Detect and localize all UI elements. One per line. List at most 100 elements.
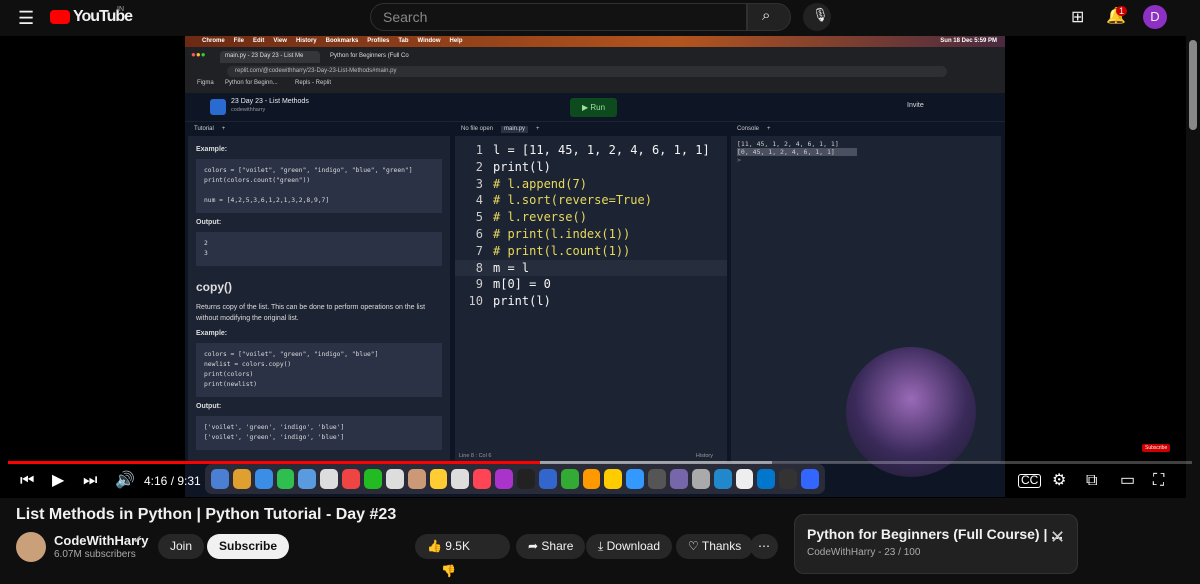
add-tab-icon[interactable]: +	[222, 126, 226, 133]
create-icon[interactable]: ⊞	[1071, 7, 1084, 27]
video-player[interactable]: Chrome File Edit View History Bookmarks Profil…	[0, 36, 1186, 498]
history-button[interactable]: History	[696, 453, 713, 459]
dock-app-icon	[429, 469, 448, 489]
invite-button[interactable]: Invite	[907, 102, 924, 109]
line-number: 2	[475, 159, 483, 174]
more-actions-button[interactable]: ⋯	[750, 534, 778, 559]
code-text: # print(l.index(1))	[493, 226, 631, 241]
close-icon[interactable]: ✕	[1050, 527, 1065, 548]
pane-tabs: Tutorial +	[188, 123, 450, 136]
fullscreen-icon[interactable]: ⛶	[1153, 470, 1164, 492]
dock-app-icon	[604, 469, 623, 489]
menu-item: History	[295, 38, 317, 44]
dock-app-icon	[320, 469, 339, 489]
bookmark[interactable]: Repls - Replit	[295, 80, 331, 86]
share-button[interactable]: ➦ Share	[516, 534, 586, 559]
add-tab-icon[interactable]: +	[767, 126, 771, 133]
dock-app-icon	[473, 469, 492, 489]
region-code: IN	[117, 6, 124, 13]
dock-app-icon	[670, 469, 688, 489]
miniplayer-icon[interactable]: ⧉	[1086, 470, 1097, 492]
code-text: print(l)	[493, 159, 551, 174]
code-line: 4 # l.sort(reverse=True)	[455, 192, 727, 209]
channel-avatar[interactable]	[16, 532, 46, 562]
progress-bar[interactable]	[8, 461, 1192, 464]
menu-item: Profiles	[367, 38, 390, 44]
next-icon[interactable]: ⏭	[83, 470, 97, 492]
address-bar[interactable]: replit.com/@codewithharry/23-Day-23-List…	[227, 66, 947, 77]
captions-icon[interactable]: CC	[1018, 474, 1042, 488]
dock-app-icon	[385, 469, 404, 489]
dock-app-icon	[517, 469, 535, 489]
bookmark[interactable]: Figma	[197, 80, 214, 86]
code-line: 9 m[0] = 0	[455, 276, 727, 293]
search-input[interactable]: Search	[370, 3, 747, 31]
thanks-label: Thanks	[701, 539, 742, 553]
dock-app-icon	[298, 469, 317, 489]
settings-icon[interactable]: ⚙	[1052, 470, 1066, 492]
console-output[interactable]: [11, 45, 1, 2, 4, 6, 1, 1] [0, 45, 1, 2,…	[731, 136, 1001, 168]
dock-app-icon	[211, 469, 229, 489]
playlist-meta: CodeWithHarry - 23 / 100	[807, 547, 921, 558]
editor-tab-active[interactable]: main.py	[501, 126, 529, 133]
avatar[interactable]: D	[1143, 5, 1167, 29]
console-tab[interactable]: Console	[737, 126, 759, 133]
section-description: Returns copy of the list. This can be do…	[196, 304, 426, 322]
console-line: [11, 45, 1, 2, 4, 6, 1, 1]	[737, 140, 839, 148]
menu-icon[interactable]: ☰	[18, 8, 34, 29]
code-line: 6 # print(l.index(1))	[455, 226, 727, 243]
thanks-button[interactable]: ♡ Thanks	[676, 534, 754, 559]
play-icon[interactable]: ▶	[52, 470, 64, 492]
menu-item: Help	[449, 38, 463, 44]
tutorial-tab[interactable]: Tutorial	[194, 126, 214, 133]
example-heading: Example:	[196, 146, 228, 153]
subscribe-button[interactable]: Subscribe	[207, 534, 290, 559]
run-button[interactable]: ▶ Run	[570, 98, 617, 117]
theater-icon[interactable]: ▭	[1120, 470, 1135, 492]
dock-app-icon	[538, 469, 557, 489]
join-button[interactable]: Join	[158, 534, 205, 559]
mac-dock	[205, 464, 825, 494]
line-number: 3	[475, 176, 483, 191]
output-block: 2 3	[196, 232, 442, 266]
dock-app-icon	[735, 469, 754, 489]
line-number: 1	[475, 143, 483, 157]
console-prompt: >	[737, 156, 741, 164]
code-text: # print(l.count(1))	[493, 243, 631, 258]
add-tab-icon[interactable]: +	[536, 126, 540, 133]
download-icon: ⤓	[598, 539, 607, 553]
playlist-title[interactable]: Python for Beginners (Full Course) | ...	[807, 526, 1063, 542]
previous-icon[interactable]: ⏮	[20, 470, 34, 492]
search-button[interactable]: ⌕	[747, 3, 791, 31]
dock-app-icon	[713, 469, 732, 489]
like-count: 9.5K	[445, 539, 470, 553]
browser-tab[interactable]: Python for Beginners (Full Co	[325, 51, 425, 63]
like-dislike-button[interactable]: 👍 9.5K 👎	[415, 534, 510, 578]
editor-tab[interactable]: No file open	[461, 126, 493, 133]
python-icon	[210, 99, 226, 115]
volume-icon[interactable]: 🔊	[115, 470, 135, 492]
repl-name[interactable]: 23 Day 23 - List Methods	[231, 98, 309, 105]
mic-icon: 🎙	[812, 7, 829, 22]
share-label: Share	[541, 539, 574, 553]
notification-badge: 1	[1116, 6, 1128, 16]
download-button[interactable]: ⤓ Download	[586, 534, 673, 559]
youtube-logo-icon[interactable]	[50, 10, 70, 24]
played-bar	[8, 461, 540, 464]
menu-item: Window	[417, 38, 441, 44]
dock-app-icon	[757, 469, 776, 489]
code-text: # l.reverse()	[493, 210, 587, 225]
dock-app-icon	[560, 469, 579, 489]
thumbs-down-icon[interactable]: 👎	[441, 564, 456, 578]
voice-search-button[interactable]: 🎙	[803, 3, 831, 31]
browser-tab[interactable]: main.py - 23 Day 23 - List Me	[220, 51, 320, 63]
subscribe-watermark[interactable]: Subscribe	[1142, 444, 1171, 452]
bookmark[interactable]: Python for Beginn...	[225, 80, 278, 86]
code-editor[interactable]: 1 l = [11, 45, 1, 2, 4, 6, 1, 1] 2 print(l)…	[455, 136, 727, 310]
window-controls-icon: ●●●	[191, 50, 206, 59]
code-block: colors = ["voilet", "green", "indigo", "…	[196, 343, 442, 397]
page-scrollbar[interactable]	[1189, 40, 1197, 130]
line-number: 10	[468, 294, 483, 309]
subscriber-count: 6.07M subscribers	[54, 549, 136, 560]
code-line: 5 # l.reverse()	[455, 209, 727, 226]
